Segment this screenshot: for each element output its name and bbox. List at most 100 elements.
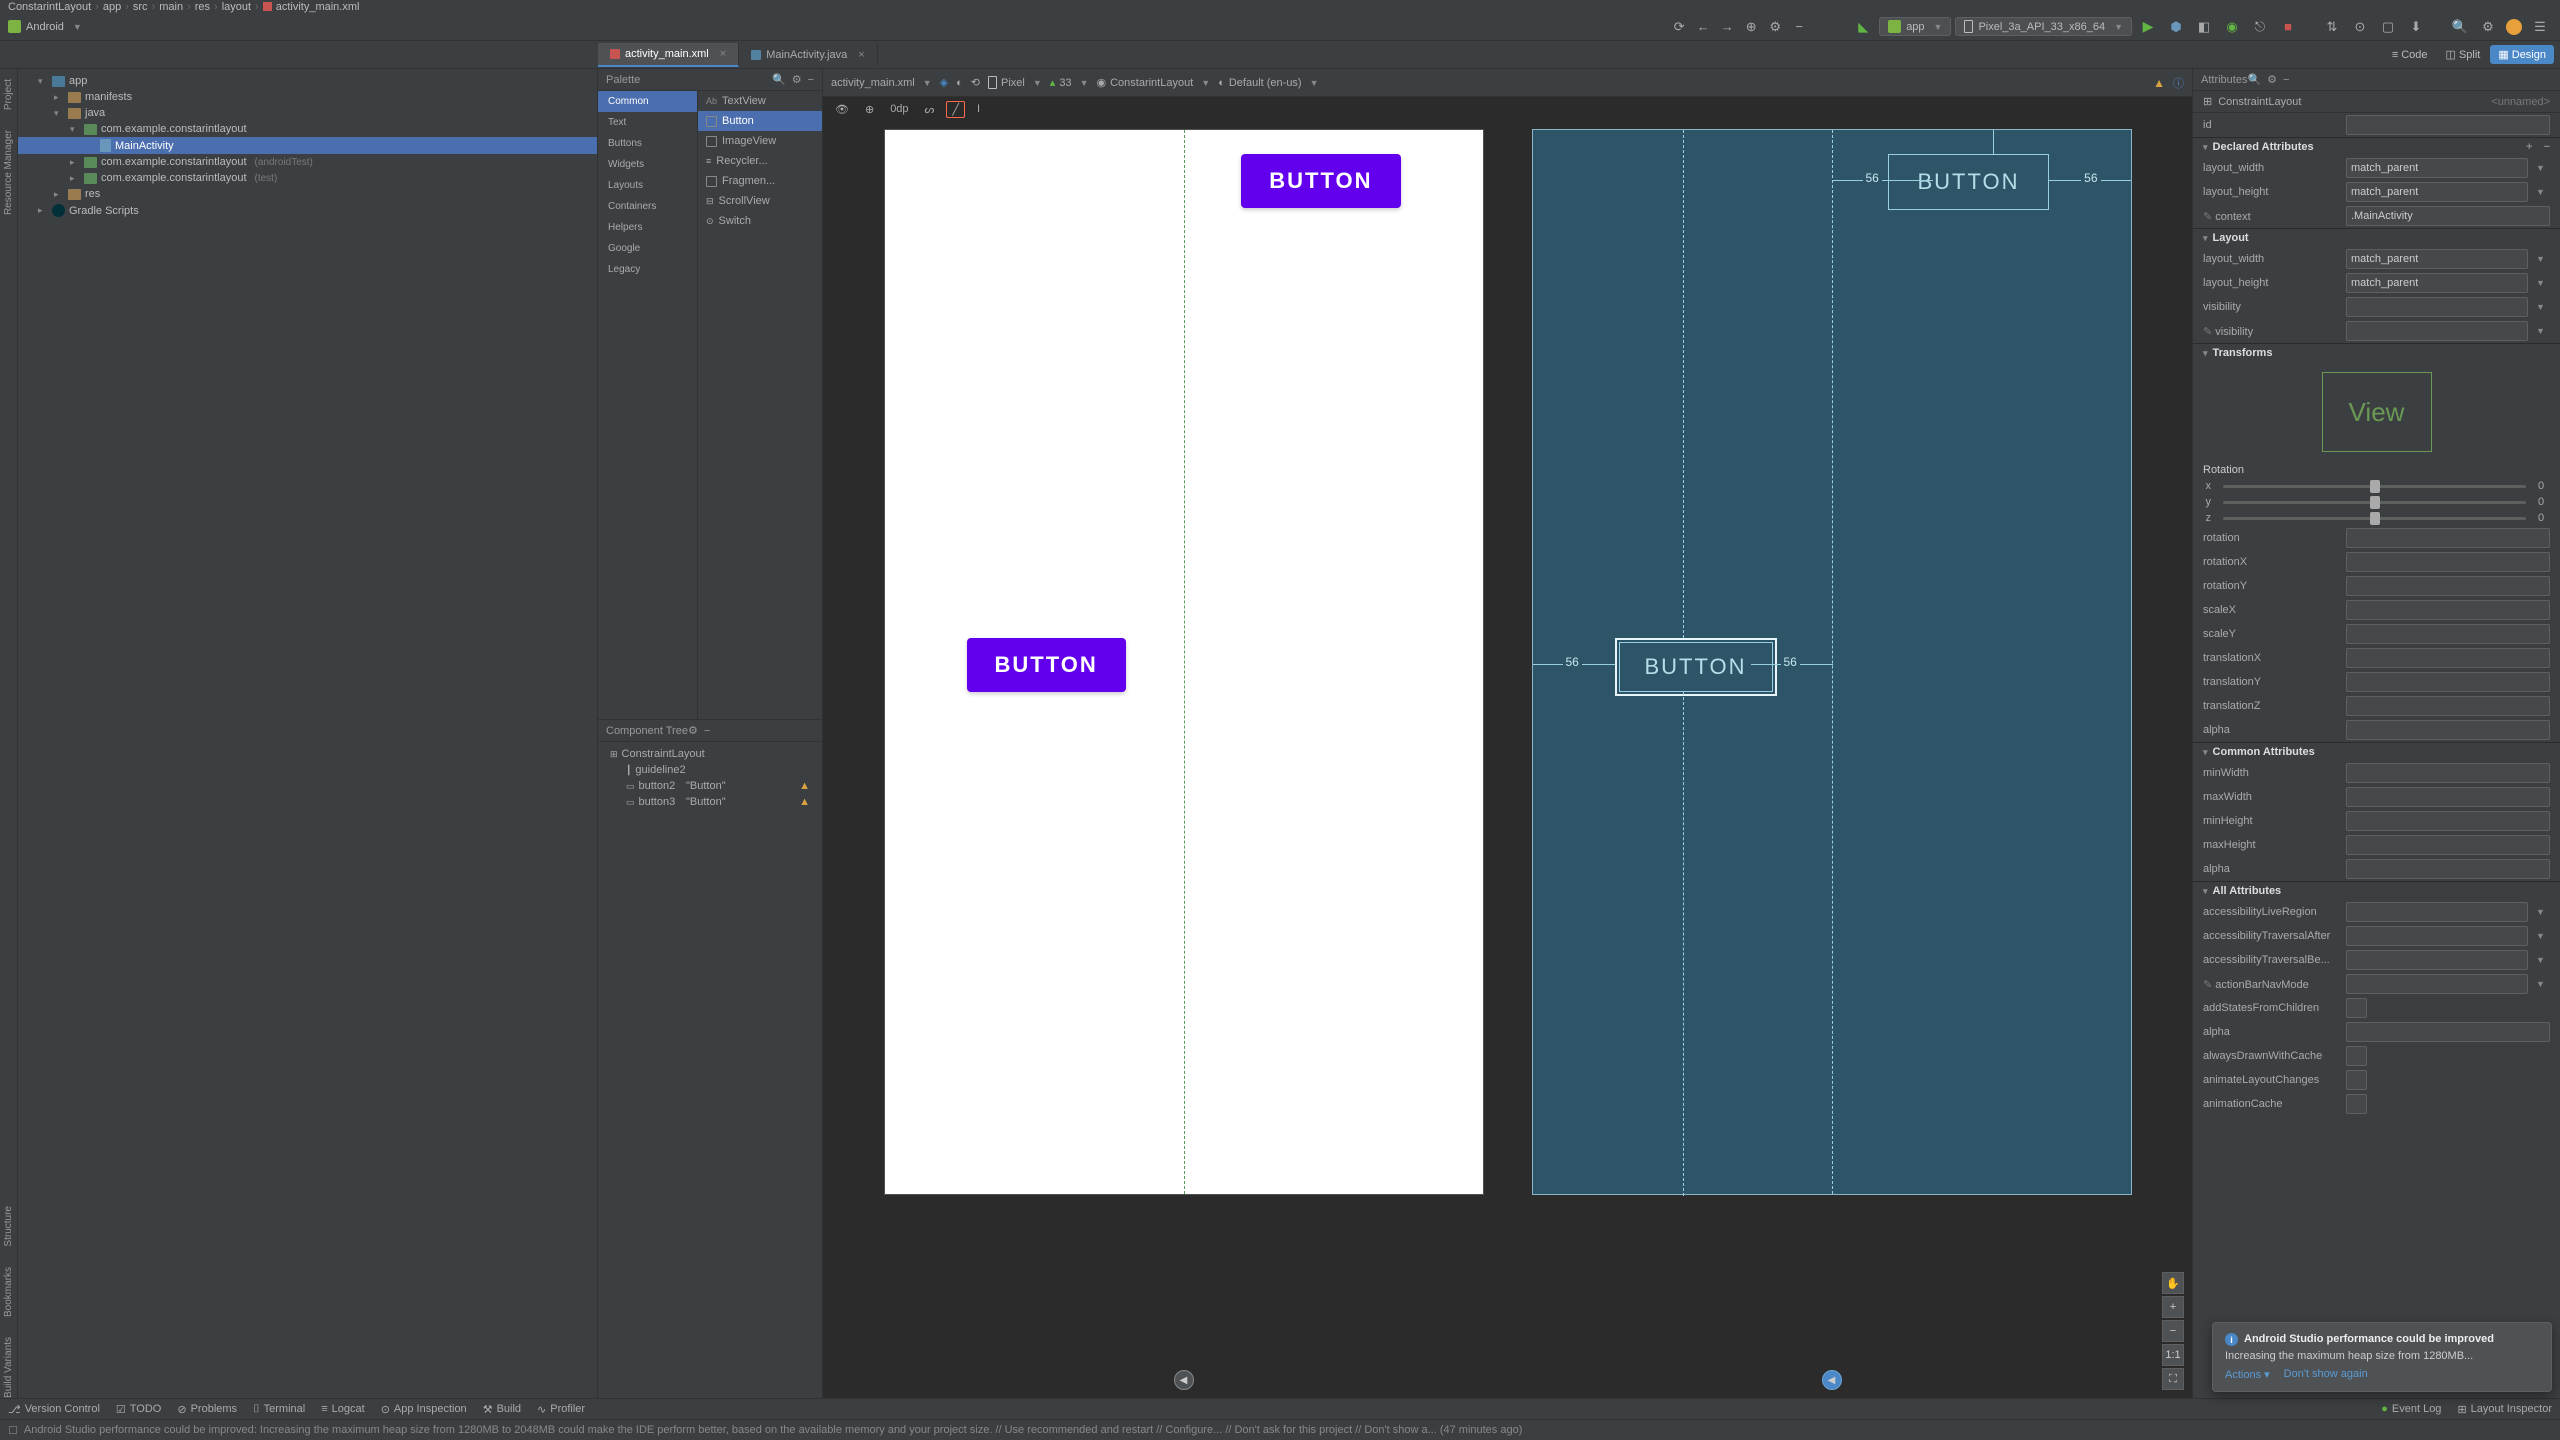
- bp-button-1[interactable]: BUTTON: [1888, 154, 2048, 210]
- attr-layout-width-2[interactable]: match_parent: [2346, 249, 2528, 269]
- attr-maxwidth[interactable]: .: [2346, 787, 2550, 807]
- dt-file-dropdown[interactable]: activity_main.xml▼: [831, 77, 932, 89]
- attr-alpha[interactable]: .: [2346, 720, 2550, 740]
- attr-alpha-2[interactable]: .: [2346, 859, 2550, 879]
- guidelines-btn[interactable]: ╱: [946, 101, 965, 118]
- palette-item-imageview[interactable]: ImageView: [698, 131, 822, 151]
- build-variants-tool[interactable]: Build Variants: [3, 1337, 14, 1398]
- warning-icon[interactable]: ▲: [2153, 76, 2165, 90]
- palette-item-scrollview[interactable]: ⊟ScrollView: [698, 191, 822, 211]
- rotation-y-slider[interactable]: y0: [2193, 494, 2560, 510]
- palette-item-switch[interactable]: ⊙Switch: [698, 211, 822, 231]
- info-icon[interactable]: ⓘ: [2173, 75, 2184, 91]
- sec-declared[interactable]: ▾Declared Attributes+−: [2193, 137, 2560, 156]
- palette-cat-widgets[interactable]: Widgets: [598, 154, 697, 175]
- design-surface[interactable]: activity_main.xml▼ ◈ ◐ ⟲ Pixel▼ ▴33▼ ◉Co…: [823, 69, 2192, 1398]
- preview-button-1[interactable]: BUTTON: [1241, 154, 1400, 208]
- add-attr-icon[interactable]: +: [2526, 141, 2532, 153]
- notification-dismiss-link[interactable]: Don't show again: [2284, 1368, 2368, 1381]
- menu-icon[interactable]: ☰: [2530, 17, 2550, 37]
- view-mode-design[interactable]: ▦ Design: [2490, 45, 2554, 64]
- view-mode-code[interactable]: ≡ Code: [2384, 45, 2436, 64]
- attr-alwaysdrawn[interactable]: ▬: [2346, 1046, 2367, 1066]
- attr-ally-live[interactable]: .: [2346, 902, 2528, 922]
- default-margin[interactable]: 0dp: [886, 101, 912, 117]
- bp-button-2[interactable]: BUTTON: [1615, 638, 1777, 696]
- attr-animcache[interactable]: ▬: [2346, 1094, 2367, 1114]
- bb-problems[interactable]: ⊘Problems: [177, 1403, 237, 1416]
- device-dropdown[interactable]: Pixel_3a_API_33_x86_64 ▼: [1955, 17, 2132, 36]
- infer-constraints[interactable]: ᔕ: [921, 101, 939, 118]
- bb-layout-inspector[interactable]: ⊞Layout Inspector: [2457, 1403, 2552, 1416]
- palette-cat-layouts[interactable]: Layouts: [598, 175, 697, 196]
- project-tool[interactable]: Project: [3, 79, 14, 110]
- ct-button2[interactable]: ▭button2 "Button"▲: [598, 778, 822, 794]
- zoom-fit-btn[interactable]: 1:1: [2162, 1344, 2184, 1366]
- notification-actions-link[interactable]: Actions ▾: [2225, 1368, 2270, 1381]
- sec-common[interactable]: ▾Common Attributes: [2193, 742, 2560, 761]
- attr-minheight[interactable]: .: [2346, 811, 2550, 831]
- find-icon[interactable]: ⊙: [2350, 17, 2370, 37]
- dt-theme-dropdown[interactable]: ◉ConstarintLayout▼: [1096, 76, 1210, 89]
- rotation-x-slider[interactable]: x0: [2193, 478, 2560, 494]
- ct-guideline[interactable]: ┃guideline2: [598, 762, 822, 778]
- bb-build[interactable]: ⚒Build: [483, 1403, 521, 1416]
- bb-profiler[interactable]: ∿Profiler: [537, 1403, 585, 1416]
- forward-icon[interactable]: →: [1717, 17, 1737, 37]
- minimize-icon[interactable]: −: [808, 74, 814, 86]
- bp-handle[interactable]: ◀: [1822, 1370, 1842, 1390]
- palette-cat-text[interactable]: Text: [598, 112, 697, 133]
- zoom-out-btn[interactable]: −: [2162, 1320, 2184, 1342]
- attr-layout-height[interactable]: match_parent: [2346, 182, 2528, 202]
- bp-guideline[interactable]: [1832, 130, 1833, 1194]
- gear-icon[interactable]: ⚙: [792, 73, 802, 86]
- preview-handle[interactable]: ◀: [1174, 1370, 1194, 1390]
- gear-icon[interactable]: ⚙: [2267, 73, 2277, 86]
- vertical-guideline[interactable]: [1184, 130, 1185, 1194]
- palette-cat-legacy[interactable]: Legacy: [598, 259, 697, 280]
- attr-layout-width[interactable]: match_parent: [2346, 158, 2528, 178]
- attr-addstates[interactable]: ▬: [2346, 998, 2367, 1018]
- palette-toggle-icon[interactable]: ◈: [940, 76, 948, 89]
- bb-todo[interactable]: ☑TODO: [116, 1403, 161, 1416]
- structure-tool[interactable]: Structure: [3, 1206, 14, 1247]
- search-icon[interactable]: 🔍: [772, 73, 786, 86]
- sec-transforms[interactable]: ▾Transforms: [2193, 343, 2560, 362]
- palette-item-textview[interactable]: AbTextView: [698, 91, 822, 111]
- ct-button3[interactable]: ▭button3 "Button"▲: [598, 794, 822, 810]
- run-config-dropdown[interactable]: app ▼: [1879, 17, 1951, 36]
- search-icon[interactable]: 🔍: [2450, 17, 2470, 37]
- attr-translationx[interactable]: .: [2346, 648, 2550, 668]
- attr-maxheight[interactable]: .: [2346, 835, 2550, 855]
- bookmarks-tool[interactable]: Bookmarks: [3, 1267, 14, 1317]
- pan-btn[interactable]: ✋: [2162, 1272, 2184, 1294]
- palette-cat-helpers[interactable]: Helpers: [598, 217, 697, 238]
- close-icon[interactable]: ×: [858, 49, 864, 61]
- bb-logcat[interactable]: ≡Logcat: [321, 1403, 364, 1415]
- view-mode-split[interactable]: ◫ Split: [2438, 45, 2489, 64]
- preview-button-2[interactable]: BUTTON: [967, 638, 1126, 692]
- dt-api-dropdown[interactable]: ▴33▼: [1050, 76, 1089, 89]
- tab-activity-main[interactable]: activity_main.xml ×: [598, 43, 739, 67]
- zoom-in-btn[interactable]: +: [2162, 1296, 2184, 1318]
- sec-all[interactable]: ▾All Attributes: [2193, 881, 2560, 900]
- palette-cat-containers[interactable]: Containers: [598, 196, 697, 217]
- attr-rotationx[interactable]: .: [2346, 552, 2550, 572]
- run-button[interactable]: ▶: [2138, 17, 2158, 37]
- blueprint-preview[interactable]: BUTTON 56 56 BUTTON 56: [1532, 129, 2132, 1195]
- attr-ally-trav-after[interactable]: .: [2346, 926, 2528, 946]
- dt-locale-dropdown[interactable]: ◐Default (en-us)▼: [1218, 77, 1318, 89]
- attr-context[interactable]: .MainActivity: [2346, 206, 2550, 226]
- remove-attr-icon[interactable]: −: [2544, 141, 2550, 153]
- attr-tools-visibility[interactable]: .: [2346, 321, 2528, 341]
- visibility-toggle[interactable]: 👁: [831, 101, 853, 118]
- palette-cat-google[interactable]: Google: [598, 238, 697, 259]
- tree-main-activity[interactable]: MainActivity: [18, 137, 597, 154]
- bb-terminal[interactable]: ⌷Terminal: [253, 1403, 305, 1416]
- palette-item-button[interactable]: Button: [698, 111, 822, 131]
- hammer-icon[interactable]: ◣: [1853, 17, 1873, 37]
- blueprint-toggle-icon[interactable]: ◐: [956, 77, 963, 89]
- attr-scaley[interactable]: .: [2346, 624, 2550, 644]
- gear-icon[interactable]: ⚙: [1765, 17, 1785, 37]
- ct-root[interactable]: ⊞ConstraintLayout: [598, 746, 822, 762]
